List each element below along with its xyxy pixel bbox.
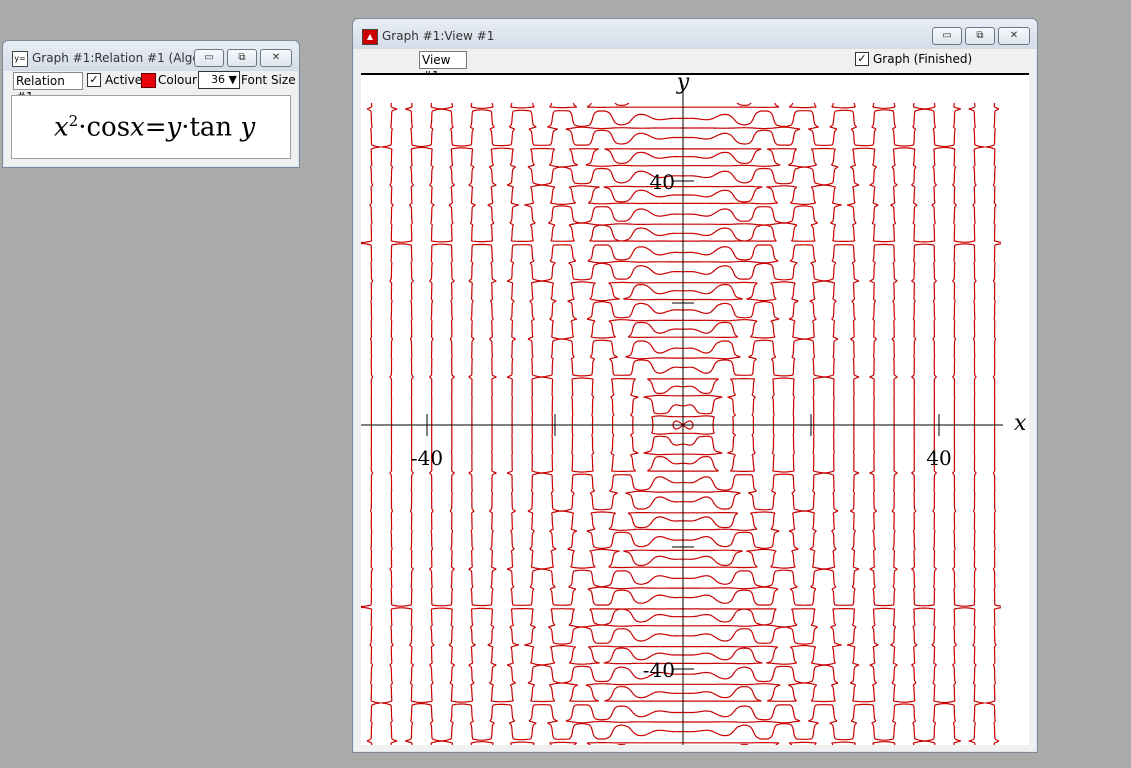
minimize-button[interactable]: ▭ — [194, 49, 224, 67]
formula-exponent: 2 — [68, 112, 79, 130]
colour-label: Colour — [158, 73, 197, 87]
relation-window-titlebar[interactable]: y= Graph #1:Relation #1 (Algeb... ▭ ⧉ ✕ — [3, 41, 299, 71]
relation-window-title: Graph #1:Relation #1 (Algeb... — [32, 51, 219, 65]
graph-window-titlebar[interactable]: ▲ Graph #1:View #1 ▭ ⧉ ✕ — [353, 19, 1037, 49]
formula-editor[interactable]: x2·cosx=y·tan y — [11, 95, 291, 159]
view-tab-bar: View #1 ✓ Graph (Finished) — [361, 49, 1029, 83]
close-button[interactable]: ✕ — [998, 27, 1030, 45]
formula-x2: x — [130, 112, 145, 143]
graph-window-title: Graph #1:View #1 — [382, 29, 495, 43]
formula-cos: ·cos — [78, 112, 131, 143]
font-size-label: Font Size — [241, 73, 296, 87]
graph-checkbox[interactable]: ✓ — [855, 52, 869, 66]
relation-curve — [361, 102, 1002, 745]
y-tick-label: -40 — [643, 658, 675, 682]
close-button[interactable]: ✕ — [260, 49, 292, 67]
graph-window[interactable]: ▲ Graph #1:View #1 ▭ ⧉ ✕ View #1 ✓ Graph… — [352, 18, 1038, 753]
font-size-value: 36 — [211, 73, 226, 86]
relation-toolbar: Relation #1 ✓ Active Colour 36 ▼ Font Si… — [13, 71, 296, 104]
font-size-select[interactable]: 36 ▼ — [198, 71, 240, 89]
algebra-icon: y= — [12, 51, 28, 67]
y-axis-label: y — [676, 75, 690, 95]
restore-button[interactable]: ⧉ — [227, 49, 257, 67]
active-checkbox[interactable]: ✓ — [87, 73, 101, 87]
colour-swatch[interactable] — [141, 73, 156, 88]
y-tick-label: 40 — [650, 170, 675, 194]
relation-name-field[interactable]: Relation #1 — [13, 72, 83, 104]
restore-button[interactable]: ⧉ — [965, 27, 995, 45]
chevron-down-icon: ▼ — [228, 73, 237, 86]
plot-area[interactable]: x y -40 40 40 -40 — [361, 75, 1029, 745]
x-tick-label: 40 — [926, 446, 951, 470]
formula-y2: y — [240, 112, 256, 143]
relation-window[interactable]: y= Graph #1:Relation #1 (Algeb... ▭ ⧉ ✕ … — [2, 40, 300, 168]
minimize-button[interactable]: ▭ — [932, 27, 962, 45]
formula: x2·cosx=y·tan y — [54, 112, 255, 143]
formula-equals: = — [144, 112, 167, 143]
formula-x: x — [54, 112, 69, 143]
active-label: Active — [105, 73, 143, 87]
graph-app-icon: ▲ — [362, 29, 378, 45]
x-axis-label: x — [1014, 411, 1027, 436]
x-tick-label: -40 — [411, 446, 443, 470]
graph-status-label: Graph (Finished) — [873, 52, 973, 66]
relation-curve-path — [361, 102, 1002, 745]
formula-y: y — [166, 112, 182, 143]
tab-view-1[interactable]: View #1 — [419, 51, 467, 83]
formula-tan: ·tan — [181, 112, 233, 143]
graph-plot[interactable]: x y -40 40 40 -40 — [361, 75, 1029, 745]
